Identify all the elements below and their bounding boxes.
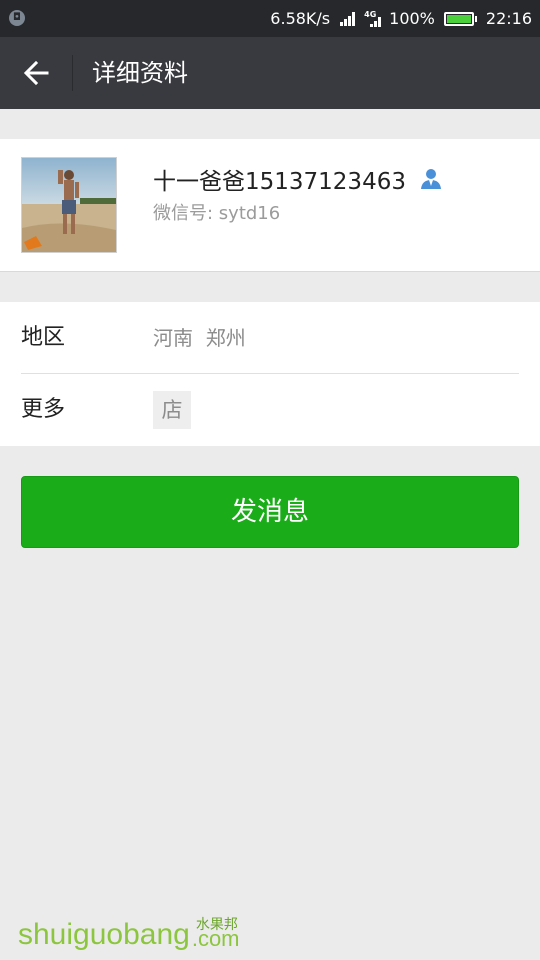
send-message-button[interactable]: 发消息 [21, 476, 519, 548]
nickname: 十一爸爸15137123463 [153, 169, 406, 195]
page-title: 详细资料 [92, 59, 188, 87]
signal-icon [339, 11, 356, 26]
net-speed: 6.58K/s [270, 9, 331, 28]
status-indicators: 6.58K/s 4G 100% 22:16 [261, 0, 532, 37]
shop-icon[interactable]: 店 [153, 391, 191, 429]
battery-percent: 100% [389, 9, 435, 28]
network-4g-icon: 4G [364, 10, 382, 27]
more-row[interactable]: 更多 店 [0, 374, 540, 446]
status-bar: ◘ 6.58K/s 4G 100% 22:16 [0, 0, 540, 37]
contact-person-icon [420, 169, 441, 189]
watermark: shuiguobang 水果邦 .com [18, 908, 252, 952]
back-arrow-icon [23, 60, 49, 86]
wechat-id: sytd16 [218, 203, 281, 224]
avatar-photo [22, 158, 116, 252]
region-value: 河南 郑州 [153, 326, 246, 350]
details-card: 地区 河南 郑州 更多 店 [0, 302, 540, 446]
wechat-id-row: 微信号: sytd16 [153, 199, 280, 225]
watermark-suffix: 水果邦 .com [192, 912, 252, 952]
avatar[interactable] [21, 157, 117, 253]
app-bar: 详细资料 [0, 37, 540, 109]
more-label: 更多 [21, 397, 66, 422]
battery-icon [443, 11, 477, 26]
back-button[interactable] [12, 49, 60, 97]
app-bar-divider [72, 55, 73, 91]
watermark-domain: .com [191, 926, 240, 951]
region-row: 地区 河南 郑州 [0, 302, 540, 374]
region-label: 地区 [21, 325, 66, 350]
clock: 22:16 [485, 9, 532, 28]
profile-card: 十一爸爸15137123463 微信号: sytd16 [0, 139, 540, 272]
watermark-text: shuiguobang [18, 918, 190, 951]
notification-icon: ◘ [9, 10, 25, 26]
wechat-id-label: 微信号: [153, 203, 219, 224]
name-row: 十一爸爸15137123463 [153, 162, 442, 196]
